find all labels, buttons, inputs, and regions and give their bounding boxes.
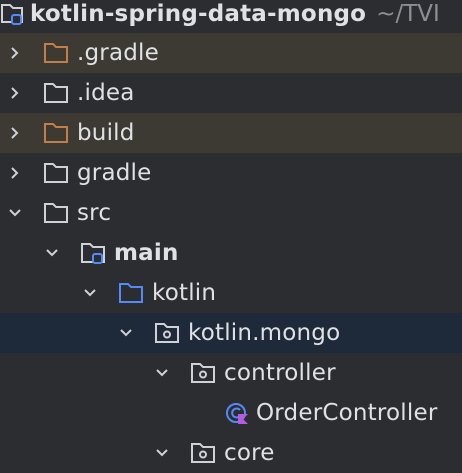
module-folder-icon (78, 239, 108, 267)
tree-item-label: gradle (77, 160, 152, 186)
tree-item-label: src (77, 200, 112, 226)
package-folder-icon (152, 319, 182, 347)
folder-excluded-icon (41, 119, 71, 147)
folder-excluded-icon (41, 39, 71, 67)
chevron-down-icon[interactable] (5, 203, 25, 223)
chevron-right-icon[interactable] (5, 163, 25, 183)
chevron-down-icon[interactable] (42, 243, 62, 263)
tree-item-label: core (224, 440, 275, 466)
tree-row-src[interactable]: src (0, 193, 462, 233)
tree-row-kotlin[interactable]: kotlin (0, 273, 462, 313)
source-root-folder-icon (116, 279, 146, 307)
tree-row-controller[interactable]: controller (0, 353, 462, 393)
tree-item-label: main (114, 240, 179, 266)
chevron-down-icon[interactable] (152, 443, 172, 463)
package-folder-icon (188, 439, 218, 467)
folder-icon (41, 159, 71, 187)
tree-row-main[interactable]: main (0, 233, 462, 273)
folder-icon (41, 199, 71, 227)
project-tree: kotlin-spring-data-mongo ~/TVI .gradle .… (0, 0, 462, 470)
kotlin-class-icon (222, 399, 252, 427)
tree-item-label: build (77, 120, 135, 146)
tree-row-build[interactable]: build (0, 113, 462, 153)
tree-row-gradle-hidden[interactable]: .gradle (0, 33, 462, 73)
folder-icon (41, 79, 71, 107)
chevron-right-icon[interactable] (5, 123, 25, 143)
chevron-right-icon[interactable] (5, 83, 25, 103)
tree-item-label: kotlin (152, 280, 217, 306)
tree-row-gradle[interactable]: gradle (0, 153, 462, 193)
tree-item-label: .idea (77, 80, 135, 106)
package-folder-icon (188, 359, 218, 387)
tree-row-project-root[interactable]: kotlin-spring-data-mongo ~/TVI (0, 0, 462, 34)
project-path-hint: ~/TVI (376, 1, 440, 27)
tree-row-core[interactable]: core (0, 433, 462, 473)
chevron-down-icon[interactable] (80, 283, 100, 303)
chevron-right-icon[interactable] (5, 43, 25, 63)
tree-row-order-controller[interactable]: OrderController (0, 393, 462, 433)
tree-item-label: controller (224, 360, 336, 386)
chevron-down-icon[interactable] (116, 323, 136, 343)
project-name: kotlin-spring-data-mongo (30, 1, 367, 27)
tree-row-kotlin-mongo[interactable]: kotlin.mongo (0, 313, 462, 353)
tree-item-label: .gradle (77, 40, 160, 66)
tree-row-idea[interactable]: .idea (0, 73, 462, 113)
tree-item-label: kotlin.mongo (188, 320, 341, 346)
project-module-icon (0, 0, 28, 28)
chevron-down-icon[interactable] (152, 363, 172, 383)
tree-item-label: OrderController (256, 400, 438, 426)
